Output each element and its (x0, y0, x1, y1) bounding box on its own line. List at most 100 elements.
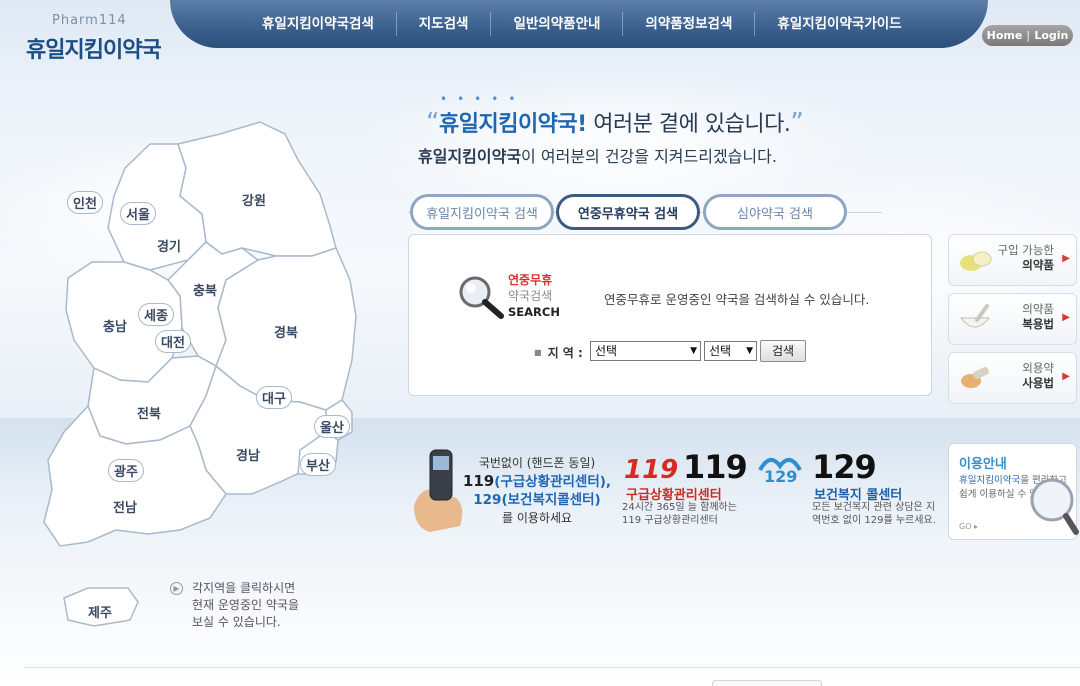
province-select-value: 선택 (595, 344, 618, 358)
usage-go-link[interactable]: GO ▸ (959, 522, 978, 531)
district-select-value: 선택 (709, 344, 732, 358)
footer-divider (24, 667, 1080, 668)
search-label-line2: 약국검색 (508, 289, 553, 303)
info-129-center: 129(보건복지콜센터) (473, 492, 601, 508)
region-gyeongbuk[interactable]: 경북 (274, 322, 298, 341)
map-note-text: 각지역을 클릭하시면 현재 운영중인 약국을 보실 수 있습니다. (192, 581, 299, 629)
number-129: 129 (812, 448, 877, 486)
banner-line1: 외용약 (1022, 361, 1054, 375)
main-nav: 휴일지킴이약국검색 지도검색 일반의약품안내 의약품정보검색 휴일지킴이약국가이… (170, 0, 988, 48)
search-button[interactable]: 검색 (760, 340, 806, 362)
arrow-right-icon: ▶ (1062, 371, 1070, 382)
banner-line2: 의약품 (1022, 258, 1054, 272)
desc-129: 모든 보건복지 관련 상담은 지역번호 없이 129를 누르세요. (812, 502, 936, 526)
decorative-dots: ••••• (440, 92, 526, 106)
usage-highlight: 휴일지킴이약국 (959, 475, 1021, 486)
banner-dosage[interactable]: 의약품 복용법 ▶ (948, 293, 1077, 345)
region-label-text: 지 역 : (547, 346, 583, 360)
footer-tab (712, 680, 822, 686)
region-daegu[interactable]: 대구 (256, 386, 292, 409)
dropdown-arrow-icon: ▼ (746, 346, 753, 356)
emergency-call-info: 국번없이 (핸드폰 동일) 119(구급상황관리센터), 129(보건복지콜센터… (462, 454, 612, 527)
tab-night-search[interactable]: 심야약국 검색 (703, 194, 847, 230)
info-line4: 를 이용하세요 (501, 511, 573, 525)
region-jeonbuk[interactable]: 전북 (137, 403, 161, 422)
region-incheon[interactable]: 인천 (67, 191, 103, 214)
banner-text: 의약품 복용법 (1022, 302, 1054, 332)
region-daejeon[interactable]: 대전 (155, 330, 191, 353)
region-chungbuk[interactable]: 충북 (193, 280, 217, 299)
arrow-right-icon: ▶ (1062, 312, 1070, 323)
banner-purchasable-drugs[interactable]: 구입 가능한 의약품 ▶ (948, 234, 1077, 286)
nav-item-guide[interactable]: 휴일지킴이약국가이드 (754, 12, 923, 36)
arrow-right-icon: ▶ (1062, 253, 1070, 264)
banner-external-use[interactable]: 외용약 사용법 ▶ (948, 352, 1077, 404)
region-jeju[interactable]: 제주 (88, 602, 112, 621)
close-quote-mark: ” (790, 108, 804, 138)
hero-subline: 휴일지킴이약국이 여러분의 건강을 지켜드리겠습니다. (418, 143, 777, 167)
pills-icon (960, 251, 992, 271)
magnifier-icon (1030, 478, 1079, 535)
svg-text:119: 119 (624, 455, 678, 484)
logo-korean-text: 휴일지킴이약국 (26, 38, 162, 63)
region-gwangju[interactable]: 광주 (108, 459, 144, 482)
hero-line2-rest: 이 여러분의 건강을 지켜드리겠습니다. (521, 147, 777, 166)
play-circle-icon: ▶ (170, 582, 183, 595)
district-select[interactable]: 선택 ▼ (704, 341, 757, 361)
logo-129-icon: 129 (758, 458, 802, 486)
logo-119-icon: 119 (624, 455, 678, 484)
ointment-icon (961, 366, 989, 388)
home-link[interactable]: Home (987, 29, 1023, 42)
phone-hand-icon (414, 449, 463, 532)
region-chungnam[interactable]: 충남 (103, 316, 127, 335)
tab-holiday-search[interactable]: 휴일지킴이약국 검색 (410, 194, 554, 230)
search-description: 연중무휴로 운영중인 약국을 검색하실 수 있습니다. (604, 292, 870, 307)
banner-text: 외용약 사용법 (1022, 361, 1054, 391)
svg-text:129: 129 (764, 467, 797, 486)
banner-line2: 사용법 (1022, 376, 1054, 390)
info-119-num: 119 (462, 472, 495, 490)
banner-text: 구입 가능한 의약품 (997, 243, 1054, 273)
home-login-pill: Home | Login (982, 25, 1073, 46)
hero-line1-rest: 여러분 곁에 있습니다. (586, 112, 791, 137)
search-label-line1: 연중무휴 (508, 273, 553, 287)
region-seoul[interactable]: 서울 (120, 202, 156, 225)
region-sejong[interactable]: 세종 (138, 303, 174, 326)
info-119-center: (구급상황관리센터), (494, 474, 612, 490)
login-link[interactable]: Login (1034, 29, 1068, 42)
hero-headline: “휴일지킴이약국! 여러분 곁에 있습니다.” (426, 106, 804, 138)
usage-title: 이용안내 (959, 457, 1007, 472)
number-119: 119 (683, 448, 748, 486)
hero-exclaim: ! (577, 112, 587, 137)
nav-item-holiday-search[interactable]: 휴일지킴이약국검색 (240, 12, 396, 36)
site-logo[interactable]: Pharm114 휴일지킴이약국 (0, 0, 170, 72)
nav-item-map-search[interactable]: 지도검색 (395, 12, 491, 36)
tab-yearround-search[interactable]: 연중무휴약국 검색 (556, 194, 700, 230)
open-quote-mark: “ (426, 108, 439, 138)
region-gyeongnam[interactable]: 경남 (236, 445, 260, 464)
search-label-line3: SEARCH (508, 305, 560, 319)
province-select[interactable]: 선택 ▼ (590, 341, 701, 361)
desc-119: 24시간 365일 늘 함께하는 119 구급상황관리센터 (622, 502, 737, 526)
region-gangwon[interactable]: 강원 (242, 190, 266, 209)
search-type-label: 연중무휴 약국검색 SEARCH (508, 272, 560, 320)
nav-item-drug-info[interactable]: 의약품정보검색 (622, 12, 754, 36)
banner-line1: 의약품 (1022, 302, 1054, 316)
dropdown-arrow-icon: ▼ (690, 346, 697, 356)
region-gyeonggi[interactable]: 경기 (157, 236, 181, 255)
nav-item-otc-guide[interactable]: 일반의약품안내 (490, 12, 622, 36)
mortar-icon (959, 304, 991, 328)
separator: | (1026, 29, 1031, 42)
region-jeonnam[interactable]: 전남 (113, 497, 137, 516)
hero-brand: 휴일지킴이약국 (438, 112, 578, 137)
region-field-label: ■ 지 역 : (534, 344, 583, 361)
banner-line2: 복용법 (1022, 317, 1054, 331)
magnifier-icon (459, 276, 504, 319)
region-ulsan[interactable]: 울산 (314, 415, 350, 438)
hero-line2-brand: 휴일지킴이약국 (418, 147, 522, 166)
logo-english-text: Pharm114 (52, 13, 127, 28)
map-instruction: ▶ 각지역을 클릭하시면 현재 운영중인 약국을 보실 수 있습니다. (170, 580, 322, 631)
region-busan[interactable]: 부산 (300, 453, 336, 476)
bullet-icon: ■ (534, 348, 542, 357)
banner-line1: 구입 가능한 (997, 243, 1054, 257)
